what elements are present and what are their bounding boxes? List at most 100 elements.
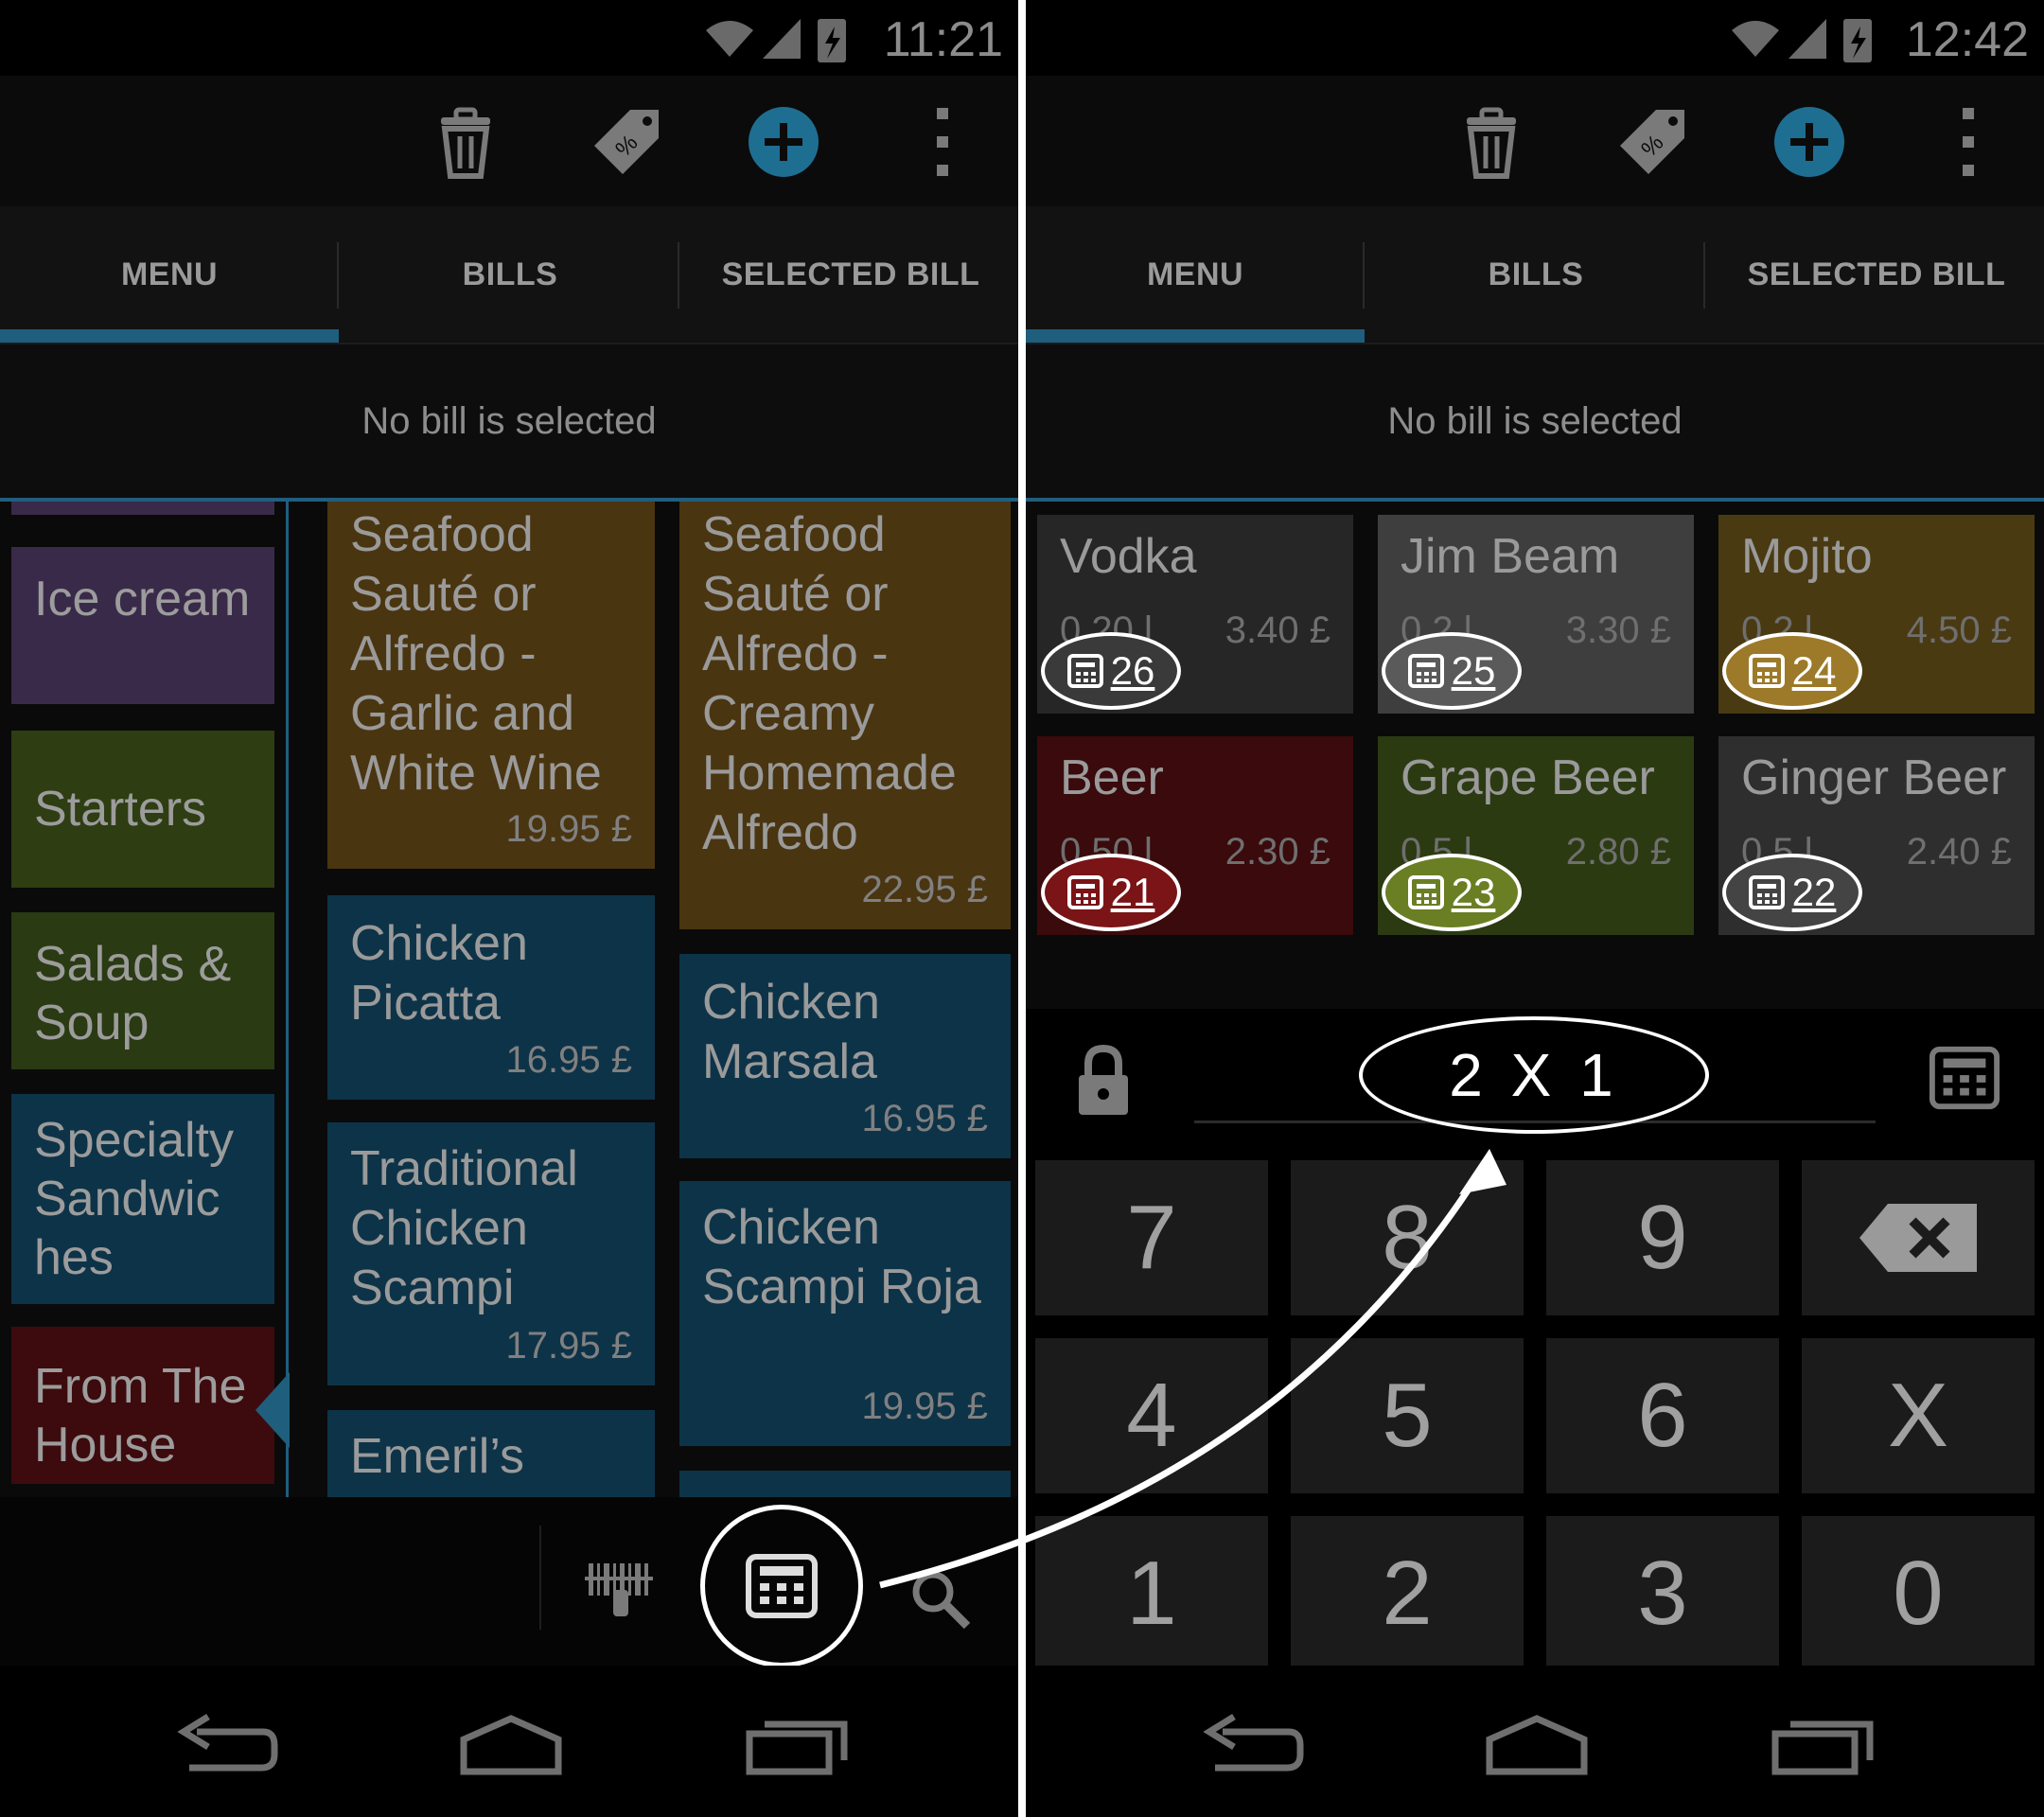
drink-name: Jim Beam: [1401, 529, 1620, 584]
tab-label: SELECTED BILL: [721, 256, 980, 292]
key-1[interactable]: 1: [1035, 1516, 1268, 1671]
calculator-icon: [1407, 654, 1444, 688]
quantity-badge: 25: [1382, 632, 1522, 710]
item-name: Seafood Sauté or Alfredo - Garlic and Wh…: [350, 507, 602, 801]
category-label: From The House: [34, 1359, 247, 1473]
key-5[interactable]: 5: [1291, 1338, 1524, 1493]
category-ice-cream[interactable]: Ice cream: [11, 547, 274, 704]
tab-selected-bill[interactable]: SELECTED BILL: [681, 206, 1018, 343]
back-icon[interactable]: [1194, 1713, 1308, 1779]
status-icons: [1732, 19, 1872, 62]
drink-item[interactable]: Mojito 0.2 l 4.50 £ 24: [1718, 515, 2035, 714]
home-icon[interactable]: [454, 1713, 568, 1779]
key-multiply[interactable]: X: [1802, 1338, 2035, 1493]
tab-bills[interactable]: BILLS: [341, 206, 679, 343]
overflow-menu-icon[interactable]: [905, 104, 980, 180]
calculator-icon: [1066, 875, 1103, 909]
menu-item[interactable]: Chicken Scampi Roja 19.95 £: [679, 1181, 1011, 1446]
menu-item[interactable]: Seafood Sauté or Alfredo - Creamy Homema…: [679, 502, 1011, 929]
add-button-icon[interactable]: [1771, 104, 1847, 180]
action-bar: %: [1026, 76, 2044, 206]
key-7[interactable]: 7: [1035, 1160, 1268, 1315]
drink-item[interactable]: Vodka 0.20 l 3.40 £ 26: [1037, 515, 1353, 714]
key-6[interactable]: 6: [1546, 1338, 1779, 1493]
overflow-menu-icon[interactable]: [1930, 104, 2006, 180]
badge-count: 23: [1451, 870, 1496, 914]
discount-tag-icon[interactable]: %: [1614, 104, 1690, 180]
lock-icon[interactable]: [1073, 1043, 1134, 1119]
home-icon[interactable]: [1480, 1713, 1594, 1779]
menu-item[interactable]: Traditional Chicken Scampi 17.95 £: [327, 1122, 655, 1385]
category-starters[interactable]: Starters: [11, 731, 274, 888]
tab-bills[interactable]: BILLS: [1366, 206, 1705, 343]
add-button-icon[interactable]: [746, 104, 821, 180]
trash-icon[interactable]: [428, 104, 503, 180]
calculator-icon[interactable]: [1929, 1045, 2000, 1111]
backspace-key[interactable]: [1802, 1160, 2035, 1315]
category-label: Salads & Soup: [34, 937, 232, 1050]
quantity-badge: 26: [1041, 632, 1181, 710]
left-screen: 11:21 % MENU BILLS SELECTED BILL No bill…: [0, 0, 1018, 1817]
category-salads-soup[interactable]: Salads & Soup: [11, 912, 274, 1069]
menu-item[interactable]: Seafood Sauté or Alfredo - Garlic and Wh…: [327, 502, 655, 869]
tab-label: BILLS: [1488, 256, 1584, 292]
item-price: 16.95 £: [861, 1098, 988, 1139]
key-2[interactable]: 2: [1291, 1516, 1524, 1671]
quantity-badge: 21: [1041, 854, 1181, 931]
item-price: 19.95 £: [861, 1385, 988, 1427]
status-time: 12:42: [1905, 12, 2029, 67]
category-partial[interactable]: [11, 502, 274, 515]
discount-tag-icon[interactable]: %: [589, 104, 664, 180]
keypad: 7 8 9 4 5 6 X 1 2 3 0: [1026, 1160, 2044, 1671]
panel-divider: [1018, 0, 1026, 1817]
quantity-display[interactable]: 2 X 1: [1359, 1016, 1709, 1134]
item-name: Chicken Marsala: [702, 975, 880, 1089]
menu-item[interactable]: Chicken Marsala 16.95 £: [679, 954, 1011, 1158]
calculator-icon: [746, 1554, 818, 1618]
key-8[interactable]: 8: [1291, 1160, 1524, 1315]
search-icon[interactable]: [908, 1567, 973, 1632]
no-bill-message: No bill is selected: [1026, 344, 2044, 498]
drink-name: Beer: [1060, 750, 1164, 805]
category-from-the-house[interactable]: From The House: [11, 1327, 274, 1484]
badge-count: 22: [1791, 870, 1837, 914]
drink-price: 4.50 £: [1906, 609, 2012, 651]
barcode-scanner-icon[interactable]: [585, 1558, 657, 1618]
back-icon[interactable]: [168, 1713, 282, 1779]
menu-item[interactable]: Emeril’s: [327, 1410, 655, 1497]
drink-item[interactable]: Jim Beam 0.2 l 3.30 £ 25: [1378, 515, 1694, 714]
drink-name: Grape Beer: [1401, 750, 1655, 805]
drink-price: 3.40 £: [1225, 609, 1330, 651]
menu-item-partial[interactable]: [679, 1471, 1011, 1497]
category-label: Specialty Sandwic hes: [34, 1113, 234, 1285]
item-price: 19.95 £: [505, 808, 632, 850]
category-label: Starters: [34, 782, 207, 837]
item-name: Chicken Picatta: [350, 916, 528, 1031]
status-time: 11:21: [883, 12, 1003, 67]
key-3[interactable]: 3: [1546, 1516, 1779, 1671]
tab-menu[interactable]: MENU: [1026, 206, 1365, 343]
drink-item[interactable]: Beer 0.50 l 2.30 £ 21: [1037, 736, 1353, 935]
calculator-button[interactable]: [700, 1505, 863, 1667]
recent-apps-icon[interactable]: [1766, 1713, 1879, 1779]
menu-item[interactable]: Chicken Picatta 16.95 £: [327, 895, 655, 1100]
trash-icon[interactable]: [1454, 104, 1529, 180]
tab-label: MENU: [1146, 256, 1244, 292]
category-specialty-sandwiches[interactable]: Specialty Sandwic hes: [11, 1094, 274, 1304]
recent-apps-icon[interactable]: [740, 1713, 854, 1779]
drink-name: Mojito: [1741, 529, 1873, 584]
key-0[interactable]: 0: [1802, 1516, 2035, 1671]
tab-selected-bill[interactable]: SELECTED BILL: [1707, 206, 2044, 343]
category-label: Ice cream: [34, 572, 251, 626]
status-bar: 12:42: [1026, 0, 2044, 76]
key-9[interactable]: 9: [1546, 1160, 1779, 1315]
key-4[interactable]: 4: [1035, 1338, 1268, 1493]
tab-menu[interactable]: MENU: [0, 206, 339, 343]
calculator-icon: [1748, 875, 1785, 909]
drink-item[interactable]: Ginger Beer 0.5 l 2.40 £ 22: [1718, 736, 2035, 935]
quantity-badge: 23: [1382, 854, 1522, 931]
drink-item[interactable]: Grape Beer 0.5 l 2.80 £ 23: [1378, 736, 1694, 935]
right-screen: 12:42 % MENU BILLS SELECTED BILL No bill…: [1026, 0, 2044, 1817]
calculator-icon: [1407, 875, 1444, 909]
drink-price: 2.80 £: [1565, 831, 1671, 873]
